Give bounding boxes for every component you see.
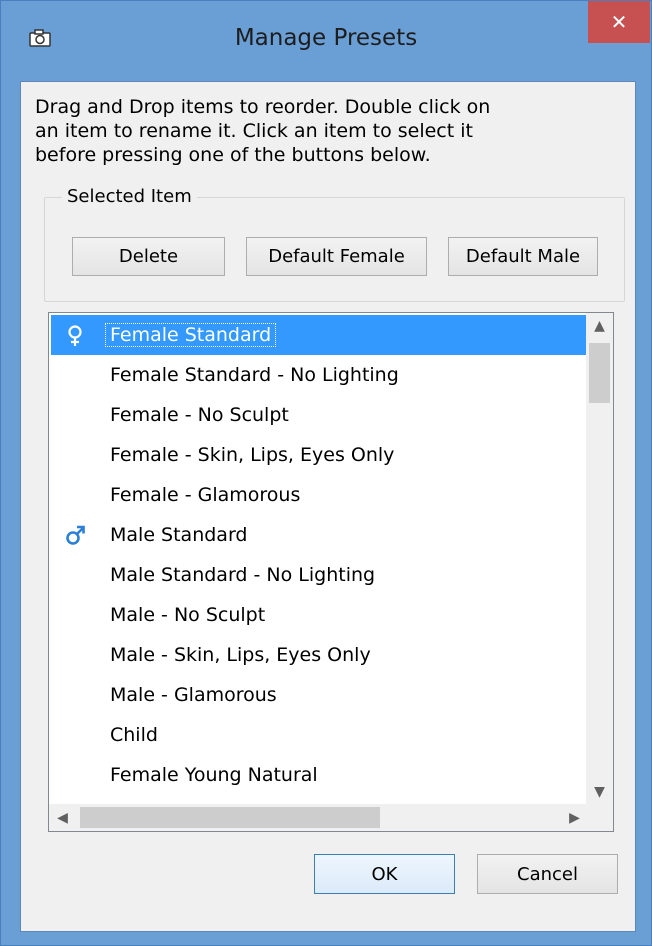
window-title: Manage Presets <box>234 25 418 51</box>
scrollbar-corner <box>586 804 613 831</box>
preset-item[interactable]: Male - Skin, Lips, Eyes Only <box>51 635 587 675</box>
preset-item[interactable]: Female - Glamorous <box>51 475 587 515</box>
presets-listbox[interactable]: Female Standard Female Standard - No Ligh… <box>48 312 614 832</box>
preset-item-label: Male - No Sculpt <box>110 604 266 626</box>
preset-item[interactable]: Female Standard <box>51 315 587 355</box>
scroll-left-icon[interactable]: ◀ <box>49 804 76 831</box>
preset-item[interactable]: Male - Glamorous <box>51 675 587 715</box>
default-female-button[interactable]: Default Female <box>246 237 427 276</box>
preset-item-label: Female - No Sculpt <box>110 404 289 426</box>
horizontal-scrollbar[interactable]: ◀ ▶ <box>49 804 588 831</box>
scroll-right-icon[interactable]: ▶ <box>561 804 588 831</box>
ok-button[interactable]: OK <box>314 854 455 894</box>
preset-item-label: Child <box>110 724 158 746</box>
scroll-down-icon[interactable]: ▼ <box>586 779 613 805</box>
preset-item-label: Male - Skin, Lips, Eyes Only <box>110 644 371 666</box>
close-button[interactable]: ✕ <box>588 1 650 43</box>
preset-item-label: Male - Glamorous <box>110 684 277 706</box>
male-icon <box>66 525 85 545</box>
preset-item[interactable]: Child <box>51 715 587 755</box>
preset-item[interactable]: Female Standard - No Lighting <box>51 355 587 395</box>
default-male-button[interactable]: Default Male <box>448 237 598 276</box>
preset-item[interactable]: Male Standard <box>51 515 587 555</box>
preset-item-label: Male Standard <box>110 524 248 546</box>
cancel-button[interactable]: Cancel <box>477 854 618 894</box>
preset-item[interactable]: Female Young Natural <box>51 755 587 795</box>
vertical-scroll-thumb[interactable] <box>589 343 610 403</box>
preset-item-label: Female Standard - No Lighting <box>110 364 399 386</box>
preset-item[interactable]: Male - No Sculpt <box>51 595 587 635</box>
delete-button[interactable]: Delete <box>72 237 225 276</box>
horizontal-scroll-thumb[interactable] <box>80 807 380 828</box>
group-legend: Selected Item <box>62 186 197 207</box>
preset-item[interactable]: Female - No Sculpt <box>51 395 587 435</box>
title-bar[interactable]: Manage Presets ✕ <box>1 1 651 81</box>
preset-item-label: Female - Glamorous <box>110 484 301 506</box>
preset-item[interactable]: Female - Skin, Lips, Eyes Only <box>51 435 587 475</box>
female-icon <box>68 325 82 346</box>
close-icon: ✕ <box>610 10 628 34</box>
preset-item-label: Female Standard <box>104 323 277 347</box>
preset-item-label: Female Young Natural <box>110 764 318 786</box>
scroll-up-icon[interactable]: ▲ <box>586 313 613 339</box>
instructions-text: Drag and Drop items to reorder. Double c… <box>35 96 491 166</box>
preset-item-label: Male Standard - No Lighting <box>110 564 376 586</box>
preset-item-label: Female - Skin, Lips, Eyes Only <box>110 444 395 466</box>
selected-item-group: Selected Item Delete Default Female Defa… <box>44 186 625 302</box>
dialog-window: Manage Presets ✕ Drag and Drop items to … <box>0 0 652 946</box>
vertical-scrollbar[interactable]: ▲ ▼ <box>586 313 613 805</box>
dialog-body: Drag and Drop items to reorder. Double c… <box>20 81 636 932</box>
presets-list: Female Standard Female Standard - No Ligh… <box>51 315 587 831</box>
preset-item[interactable]: Male Standard - No Lighting <box>51 555 587 595</box>
